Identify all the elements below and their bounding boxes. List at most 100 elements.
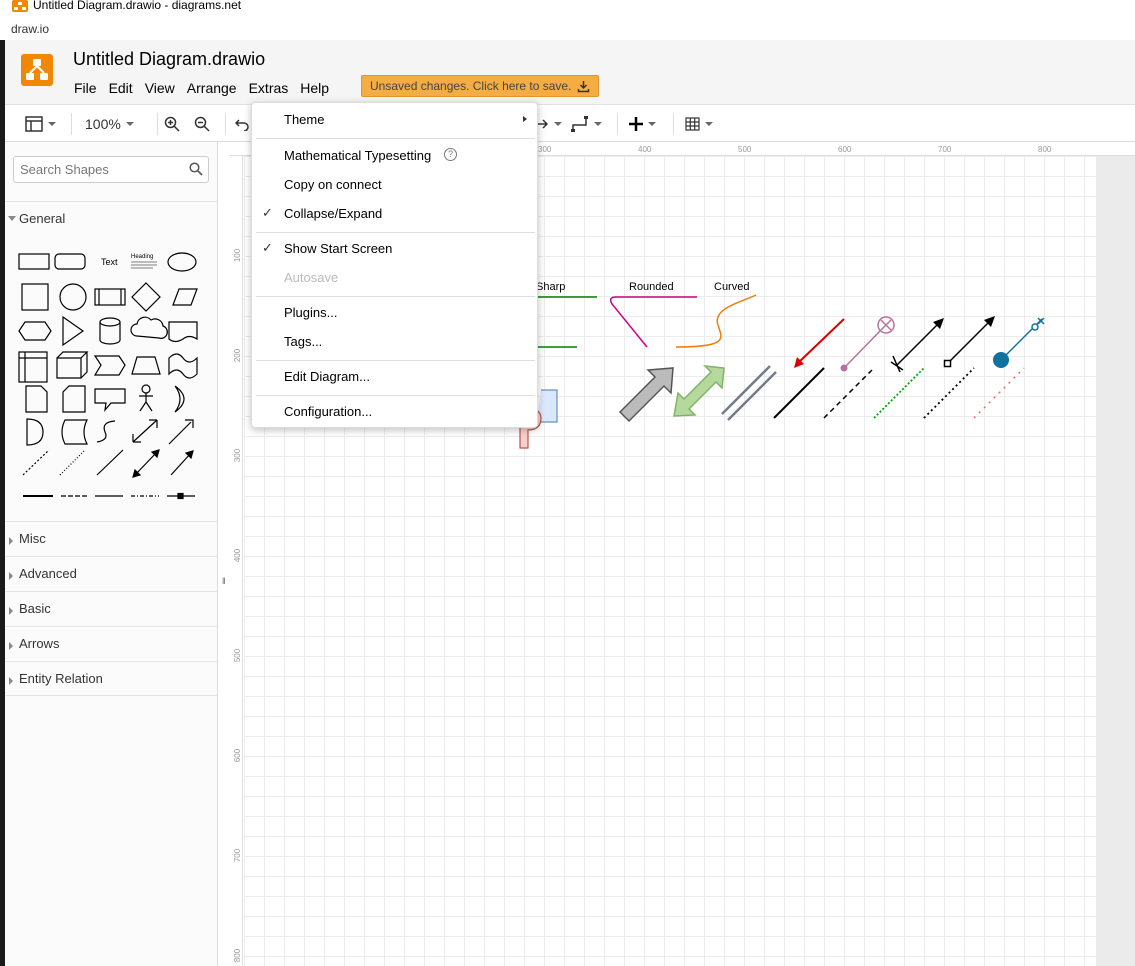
section-label: Misc bbox=[19, 531, 46, 546]
menu-item-show-start-screen[interactable]: ✓ Show Start Screen bbox=[252, 234, 539, 263]
menu-help[interactable]: Help bbox=[295, 78, 334, 98]
insert-button[interactable] bbox=[629, 113, 656, 135]
search-shapes-box bbox=[13, 156, 209, 183]
shape-circle bbox=[59, 283, 87, 311]
waypoint-icon bbox=[571, 116, 588, 132]
shape-triangle bbox=[62, 315, 85, 347]
section-arrows[interactable]: Arrows bbox=[5, 626, 217, 661]
chevron-down-icon bbox=[648, 122, 656, 126]
toolbar-separator bbox=[157, 113, 158, 135]
shape-step bbox=[93, 355, 126, 376]
shape-container bbox=[18, 351, 48, 383]
menu-item-configuration[interactable]: Configuration... bbox=[252, 397, 539, 426]
drawio-favicon-icon bbox=[12, 0, 28, 12]
unsaved-changes-button[interactable]: Unsaved changes. Click here to save. bbox=[361, 75, 600, 97]
zoom-out-button[interactable] bbox=[194, 113, 210, 135]
ruler-label: 500 bbox=[738, 145, 752, 154]
sidebar-resize-handle[interactable]: ‖ bbox=[222, 576, 226, 586]
shape-line bbox=[96, 449, 124, 476]
menu-item-label: Tags... bbox=[284, 334, 323, 349]
menu-separator bbox=[256, 296, 535, 297]
shape-bidirectional-arrow bbox=[132, 419, 158, 443]
section-general[interactable]: General bbox=[5, 201, 217, 236]
toolbar-separator bbox=[71, 113, 72, 135]
toolbar-separator bbox=[673, 113, 674, 135]
menu-item-copy-on-connect[interactable]: Copy on connect bbox=[252, 170, 539, 199]
document-title[interactable]: Untitled Diagram.drawio bbox=[73, 49, 265, 70]
chevron-right-icon bbox=[9, 642, 13, 650]
shape-delay bbox=[26, 418, 44, 446]
menu-item-label: Collapse/Expand bbox=[284, 206, 383, 221]
chevron-right-icon bbox=[9, 537, 13, 545]
section-label: Arrows bbox=[19, 636, 60, 651]
ruler-label: 300 bbox=[233, 448, 243, 463]
menu-arrange[interactable]: Arrange bbox=[182, 78, 242, 98]
table-dropdown[interactable] bbox=[685, 113, 713, 135]
search-shapes-input[interactable] bbox=[14, 157, 184, 182]
zoom-in-icon bbox=[164, 116, 180, 132]
chevron-down-icon bbox=[48, 122, 56, 126]
ruler-label: 700 bbox=[233, 848, 243, 863]
menu-file[interactable]: File bbox=[69, 78, 102, 98]
section-label: Basic bbox=[19, 601, 51, 616]
menu-item-collapse-expand[interactable]: ✓ Collapse/Expand bbox=[252, 199, 539, 228]
menu-edit[interactable]: Edit bbox=[104, 78, 138, 98]
shape-cloud bbox=[130, 316, 168, 339]
svg-text:Heading: Heading bbox=[131, 254, 153, 260]
shape-note bbox=[25, 385, 48, 413]
label-rounded[interactable]: Rounded bbox=[629, 281, 674, 293]
chevron-down-icon bbox=[554, 122, 562, 126]
section-misc[interactable]: Misc bbox=[5, 521, 217, 556]
menu-item-edit-diagram[interactable]: Edit Diagram... bbox=[252, 362, 539, 391]
shape-data-storage bbox=[61, 419, 88, 445]
shape-diamond bbox=[131, 282, 161, 312]
menu-item-label: Show Start Screen bbox=[284, 241, 393, 256]
ruler-label: 700 bbox=[938, 145, 952, 154]
help-icon[interactable]: ? bbox=[444, 148, 457, 161]
undo-button[interactable] bbox=[235, 113, 249, 135]
shape-actor bbox=[139, 384, 153, 412]
section-basic[interactable]: Basic bbox=[5, 591, 217, 626]
label-sharp[interactable]: Sharp bbox=[536, 281, 565, 293]
shape-heading: Heading bbox=[131, 254, 157, 269]
menu-item-mathematical-typesetting[interactable]: Mathematical Typesetting ? bbox=[252, 141, 539, 170]
menu-view[interactable]: View bbox=[140, 78, 180, 98]
zoom-dropdown[interactable]: 100% bbox=[85, 113, 134, 135]
ruler-label: 300 bbox=[538, 145, 552, 154]
waypoints-dropdown[interactable] bbox=[571, 113, 602, 135]
shape-process bbox=[94, 288, 126, 306]
ruler-label: 200 bbox=[233, 348, 243, 363]
shape-hexagon bbox=[18, 321, 52, 341]
extras-menu: Theme Mathematical Typesetting ? Copy on… bbox=[251, 102, 538, 428]
ruler-label: 400 bbox=[638, 145, 652, 154]
menu-item-theme[interactable]: Theme bbox=[252, 105, 539, 134]
menu-item-label: Plugins... bbox=[284, 305, 338, 320]
checkmark-icon: ✓ bbox=[262, 240, 273, 255]
shape-arrow bbox=[168, 419, 194, 445]
connection-style-dropdown[interactable] bbox=[537, 113, 562, 135]
shapes-sidebar: General Text Heading bbox=[5, 142, 218, 966]
section-advanced[interactable]: Advanced bbox=[5, 556, 217, 591]
shape-cube bbox=[56, 351, 89, 379]
undo-icon bbox=[235, 119, 249, 131]
menu-extras[interactable]: Extras bbox=[244, 78, 294, 98]
ruler-label: 500 bbox=[233, 648, 243, 663]
ruler-label: 600 bbox=[233, 748, 243, 763]
general-shapes-palette: Text Heading bbox=[18, 252, 198, 500]
window-title-bar: Untitled Diagram.drawio - diagrams.net bbox=[0, 0, 1135, 14]
menu-item-label: Configuration... bbox=[284, 404, 373, 419]
menu-item-plugins[interactable]: Plugins... bbox=[252, 298, 539, 327]
ruler-label: 800 bbox=[233, 948, 243, 963]
ruler-label: 800 bbox=[1038, 145, 1052, 154]
shape-link-box bbox=[167, 492, 195, 500]
format-panel-toggle[interactable] bbox=[25, 113, 56, 135]
search-icon[interactable] bbox=[189, 162, 203, 176]
shape-dashed-line bbox=[22, 449, 50, 476]
zoom-in-button[interactable] bbox=[164, 113, 180, 135]
menu-item-tags[interactable]: Tags... bbox=[252, 327, 539, 356]
shape-document bbox=[168, 321, 198, 343]
drawio-logo-icon[interactable] bbox=[21, 54, 53, 86]
section-entity-relation[interactable]: Entity Relation bbox=[5, 661, 217, 696]
shape-rounded-rectangle bbox=[54, 253, 86, 270]
label-curved[interactable]: Curved bbox=[714, 281, 749, 293]
